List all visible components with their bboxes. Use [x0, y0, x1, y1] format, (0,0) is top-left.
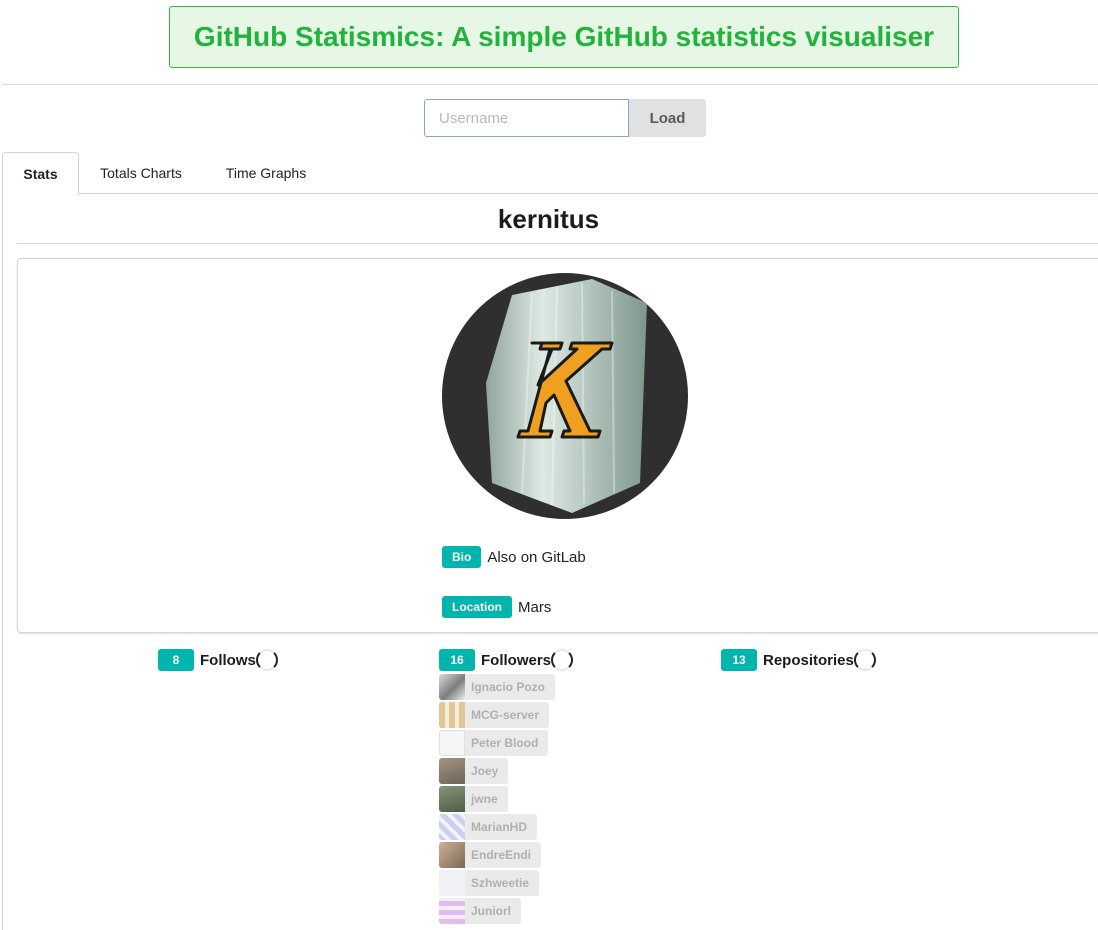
crystal-avatar-icon	[486, 279, 647, 513]
follower-item[interactable]: MarianHD	[439, 814, 538, 840]
follower-item[interactable]: MCG-server	[439, 702, 550, 728]
repositories-header[interactable]: 13 Repositories	[721, 649, 876, 671]
username-header: kernitus	[17, 204, 1098, 235]
follows-header[interactable]: 8 Follows	[158, 649, 278, 671]
follows-count: 8	[158, 649, 194, 671]
bio-text: Also on GitLab	[487, 548, 586, 566]
followers-count: 16	[439, 649, 475, 671]
username-input[interactable]	[424, 99, 629, 137]
identicon-icon	[439, 814, 465, 840]
follower-name: jwne	[471, 792, 498, 806]
follower-item[interactable]: Juniorl	[439, 898, 522, 924]
follower-name: MCG-server	[471, 708, 540, 722]
location-text: Mars	[518, 598, 552, 616]
location-label: Location	[442, 596, 512, 618]
logo-icon	[439, 730, 465, 756]
followers-label: Followers	[481, 651, 552, 669]
follower-name: EndreEndi	[471, 848, 532, 862]
follower-name: MarianHD	[471, 820, 528, 834]
identicon-icon	[439, 898, 465, 924]
follower-item[interactable]: jwne	[439, 786, 508, 812]
tab-stats[interactable]: Stats	[2, 152, 79, 195]
bio-label: Bio	[442, 546, 482, 568]
photo-icon	[439, 842, 465, 868]
follower-item[interactable]: Ignacio Pozo	[439, 674, 556, 700]
loading-spinner-icon	[255, 649, 278, 671]
header-divider	[2, 84, 1098, 85]
username-heading: kernitus	[497, 204, 600, 234]
follower-name: Peter Blood	[471, 736, 539, 750]
tab-totals-charts[interactable]: Totals Charts	[92, 152, 190, 194]
follower-item[interactable]: Peter Blood	[439, 730, 549, 756]
person-photo-icon	[439, 674, 465, 700]
person-photo-icon	[439, 758, 465, 784]
logo-icon	[439, 870, 465, 896]
tab-time-graphs[interactable]: Time Graphs	[214, 152, 318, 194]
repositories-label: Repositories	[763, 651, 854, 669]
follower-item[interactable]: Szhweetie	[439, 870, 540, 896]
loading-spinner-icon	[551, 649, 574, 671]
follower-name: Ignacio Pozo	[471, 680, 546, 694]
bio-row: Bio Also on GitLab	[442, 546, 586, 568]
follower-name: Szhweetie	[471, 876, 530, 890]
username-divider	[17, 243, 1098, 244]
repositories-count: 13	[721, 649, 757, 671]
title-banner: GitHub Statismics: A simple GitHub stati…	[169, 6, 959, 68]
follower-item[interactable]: Joey	[439, 758, 509, 784]
follower-item[interactable]: EndreEndi	[439, 842, 542, 868]
profile-avatar	[442, 273, 688, 519]
identicon-icon	[439, 702, 465, 728]
page-title: GitHub Statismics: A simple GitHub stati…	[193, 21, 935, 52]
load-button[interactable]: Load	[629, 99, 706, 137]
tab-panel-border	[2, 194, 3, 930]
follows-label: Follows	[200, 651, 256, 669]
person-photo-icon	[439, 786, 465, 812]
follower-name: Joey	[471, 764, 499, 778]
loading-spinner-icon	[853, 649, 876, 671]
followers-header[interactable]: 16 Followers	[439, 649, 574, 671]
location-row: Location Mars	[442, 596, 551, 618]
follower-name: Juniorl	[471, 904, 512, 918]
